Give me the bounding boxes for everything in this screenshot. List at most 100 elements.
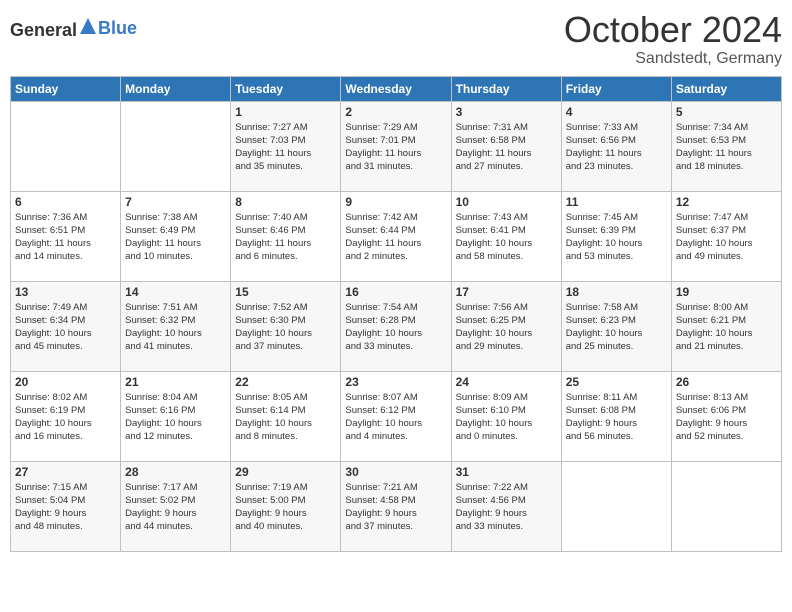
day-info: Sunrise: 7:31 AM Sunset: 6:58 PM Dayligh… xyxy=(456,121,557,174)
calendar-table: SundayMondayTuesdayWednesdayThursdayFrid… xyxy=(10,76,782,552)
calendar-cell: 28Sunrise: 7:17 AM Sunset: 5:02 PM Dayli… xyxy=(121,461,231,551)
logo-general: General xyxy=(10,20,77,40)
day-info: Sunrise: 8:00 AM Sunset: 6:21 PM Dayligh… xyxy=(676,301,777,354)
calendar-cell: 24Sunrise: 8:09 AM Sunset: 6:10 PM Dayli… xyxy=(451,371,561,461)
day-number: 23 xyxy=(345,375,446,389)
day-number: 17 xyxy=(456,285,557,299)
calendar-cell: 21Sunrise: 8:04 AM Sunset: 6:16 PM Dayli… xyxy=(121,371,231,461)
day-info: Sunrise: 8:04 AM Sunset: 6:16 PM Dayligh… xyxy=(125,391,226,444)
day-info: Sunrise: 7:36 AM Sunset: 6:51 PM Dayligh… xyxy=(15,211,116,264)
day-info: Sunrise: 8:13 AM Sunset: 6:06 PM Dayligh… xyxy=(676,391,777,444)
day-info: Sunrise: 7:45 AM Sunset: 6:39 PM Dayligh… xyxy=(566,211,667,264)
day-number: 8 xyxy=(235,195,336,209)
calendar-cell: 25 Sunrise: 8:11 AM Sunset: 6:08 PM Dayli… xyxy=(561,371,671,461)
day-number: 19 xyxy=(676,285,777,299)
day-info: Sunrise: 7:34 AM Sunset: 6:53 PM Dayligh… xyxy=(676,121,777,174)
day-info: Sunrise: 7:15 AM Sunset: 5:04 PM Dayligh… xyxy=(15,481,116,534)
day-info: Sunrise: 7:27 AM Sunset: 7:03 PM Dayligh… xyxy=(235,121,336,174)
day-info: Sunrise: 7:42 AM Sunset: 6:44 PM Dayligh… xyxy=(345,211,446,264)
calendar-cell xyxy=(11,101,121,191)
day-number: 12 xyxy=(676,195,777,209)
calendar-cell: 20Sunrise: 8:02 AM Sunset: 6:19 PM Dayli… xyxy=(11,371,121,461)
calendar-cell: 3Sunrise: 7:31 AM Sunset: 6:58 PM Daylig… xyxy=(451,101,561,191)
day-info: Sunrise: 7:22 AM Sunset: 4:56 PM Dayligh… xyxy=(456,481,557,534)
day-number: 15 xyxy=(235,285,336,299)
calendar-cell xyxy=(671,461,781,551)
day-number: 29 xyxy=(235,465,336,479)
day-number: 2 xyxy=(345,105,446,119)
logo-icon xyxy=(78,16,98,36)
calendar-cell xyxy=(561,461,671,551)
day-info: Sunrise: 7:21 AM Sunset: 4:58 PM Dayligh… xyxy=(345,481,446,534)
day-number: 31 xyxy=(456,465,557,479)
day-number: 16 xyxy=(345,285,446,299)
calendar-cell: 23 Sunrise: 8:07 AM Sunset: 6:12 PM Dayli… xyxy=(341,371,451,461)
day-number: 27 xyxy=(15,465,116,479)
day-number: 30 xyxy=(345,465,446,479)
calendar-cell: 11 Sunrise: 7:45 AM Sunset: 6:39 PM Dayli… xyxy=(561,191,671,281)
calendar-cell: 4 Sunrise: 7:33 AM Sunset: 6:56 PM Daylig… xyxy=(561,101,671,191)
calendar-cell: 2Sunrise: 7:29 AM Sunset: 7:01 PM Daylig… xyxy=(341,101,451,191)
calendar-header: SundayMondayTuesdayWednesdayThursdayFrid… xyxy=(11,76,782,101)
logo: General Blue xyxy=(10,16,137,41)
day-info: Sunrise: 7:49 AM Sunset: 6:34 PM Dayligh… xyxy=(15,301,116,354)
calendar-cell: 5 Sunrise: 7:34 AM Sunset: 6:53 PM Daylig… xyxy=(671,101,781,191)
day-info: Sunrise: 8:02 AM Sunset: 6:19 PM Dayligh… xyxy=(15,391,116,444)
calendar-cell: 30 Sunrise: 7:21 AM Sunset: 4:58 PM Dayli… xyxy=(341,461,451,551)
weekday-header-friday: Friday xyxy=(561,76,671,101)
day-number: 14 xyxy=(125,285,226,299)
day-number: 10 xyxy=(456,195,557,209)
calendar-cell: 19 Sunrise: 8:00 AM Sunset: 6:21 PM Dayli… xyxy=(671,281,781,371)
calendar-cell: 15 Sunrise: 7:52 AM Sunset: 6:30 PM Dayli… xyxy=(231,281,341,371)
weekday-header-monday: Monday xyxy=(121,76,231,101)
month-title: October 2024 xyxy=(564,10,782,50)
day-number: 22 xyxy=(235,375,336,389)
weekday-header-tuesday: Tuesday xyxy=(231,76,341,101)
day-info: Sunrise: 7:40 AM Sunset: 6:46 PM Dayligh… xyxy=(235,211,336,264)
day-number: 28 xyxy=(125,465,226,479)
day-number: 4 xyxy=(566,105,667,119)
calendar-cell: 26Sunrise: 8:13 AM Sunset: 6:06 PM Dayli… xyxy=(671,371,781,461)
day-number: 9 xyxy=(345,195,446,209)
calendar-cell: 7Sunrise: 7:38 AM Sunset: 6:49 PM Daylig… xyxy=(121,191,231,281)
calendar-cell: 6 Sunrise: 7:36 AM Sunset: 6:51 PM Daylig… xyxy=(11,191,121,281)
calendar-week-5: 27 Sunrise: 7:15 AM Sunset: 5:04 PM Dayli… xyxy=(11,461,782,551)
day-info: Sunrise: 7:33 AM Sunset: 6:56 PM Dayligh… xyxy=(566,121,667,174)
day-number: 25 xyxy=(566,375,667,389)
weekday-header-wednesday: Wednesday xyxy=(341,76,451,101)
weekday-row: SundayMondayTuesdayWednesdayThursdayFrid… xyxy=(11,76,782,101)
calendar-cell: 8 Sunrise: 7:40 AM Sunset: 6:46 PM Daylig… xyxy=(231,191,341,281)
day-number: 6 xyxy=(15,195,116,209)
calendar-week-4: 20Sunrise: 8:02 AM Sunset: 6:19 PM Dayli… xyxy=(11,371,782,461)
calendar-cell: 14Sunrise: 7:51 AM Sunset: 6:32 PM Dayli… xyxy=(121,281,231,371)
calendar-body: 1 Sunrise: 7:27 AM Sunset: 7:03 PM Daylig… xyxy=(11,101,782,551)
calendar-cell: 16 Sunrise: 7:54 AM Sunset: 6:28 PM Dayli… xyxy=(341,281,451,371)
weekday-header-saturday: Saturday xyxy=(671,76,781,101)
calendar-week-2: 6 Sunrise: 7:36 AM Sunset: 6:51 PM Daylig… xyxy=(11,191,782,281)
calendar-cell: 31 Sunrise: 7:22 AM Sunset: 4:56 PM Dayli… xyxy=(451,461,561,551)
calendar-cell: 10Sunrise: 7:43 AM Sunset: 6:41 PM Dayli… xyxy=(451,191,561,281)
calendar-week-3: 13Sunrise: 7:49 AM Sunset: 6:34 PM Dayli… xyxy=(11,281,782,371)
day-info: Sunrise: 7:52 AM Sunset: 6:30 PM Dayligh… xyxy=(235,301,336,354)
title-block: October 2024 Sandstedt, Germany xyxy=(564,10,782,68)
day-number: 5 xyxy=(676,105,777,119)
day-info: Sunrise: 7:58 AM Sunset: 6:23 PM Dayligh… xyxy=(566,301,667,354)
day-info: Sunrise: 7:54 AM Sunset: 6:28 PM Dayligh… xyxy=(345,301,446,354)
calendar-cell: 18Sunrise: 7:58 AM Sunset: 6:23 PM Dayli… xyxy=(561,281,671,371)
calendar-cell xyxy=(121,101,231,191)
page-header: General Blue October 2024 Sandstedt, Ger… xyxy=(10,10,782,68)
day-info: Sunrise: 7:56 AM Sunset: 6:25 PM Dayligh… xyxy=(456,301,557,354)
day-info: Sunrise: 8:11 AM Sunset: 6:08 PM Dayligh… xyxy=(566,391,667,444)
day-info: Sunrise: 7:38 AM Sunset: 6:49 PM Dayligh… xyxy=(125,211,226,264)
calendar-cell: 17 Sunrise: 7:56 AM Sunset: 6:25 PM Dayli… xyxy=(451,281,561,371)
logo-blue: Blue xyxy=(98,18,137,39)
day-info: Sunrise: 7:47 AM Sunset: 6:37 PM Dayligh… xyxy=(676,211,777,264)
day-info: Sunrise: 8:07 AM Sunset: 6:12 PM Dayligh… xyxy=(345,391,446,444)
day-number: 1 xyxy=(235,105,336,119)
day-number: 11 xyxy=(566,195,667,209)
day-number: 24 xyxy=(456,375,557,389)
calendar-cell: 1 Sunrise: 7:27 AM Sunset: 7:03 PM Daylig… xyxy=(231,101,341,191)
calendar-cell: 12 Sunrise: 7:47 AM Sunset: 6:37 PM Dayli… xyxy=(671,191,781,281)
location: Sandstedt, Germany xyxy=(564,50,782,68)
calendar-week-1: 1 Sunrise: 7:27 AM Sunset: 7:03 PM Daylig… xyxy=(11,101,782,191)
